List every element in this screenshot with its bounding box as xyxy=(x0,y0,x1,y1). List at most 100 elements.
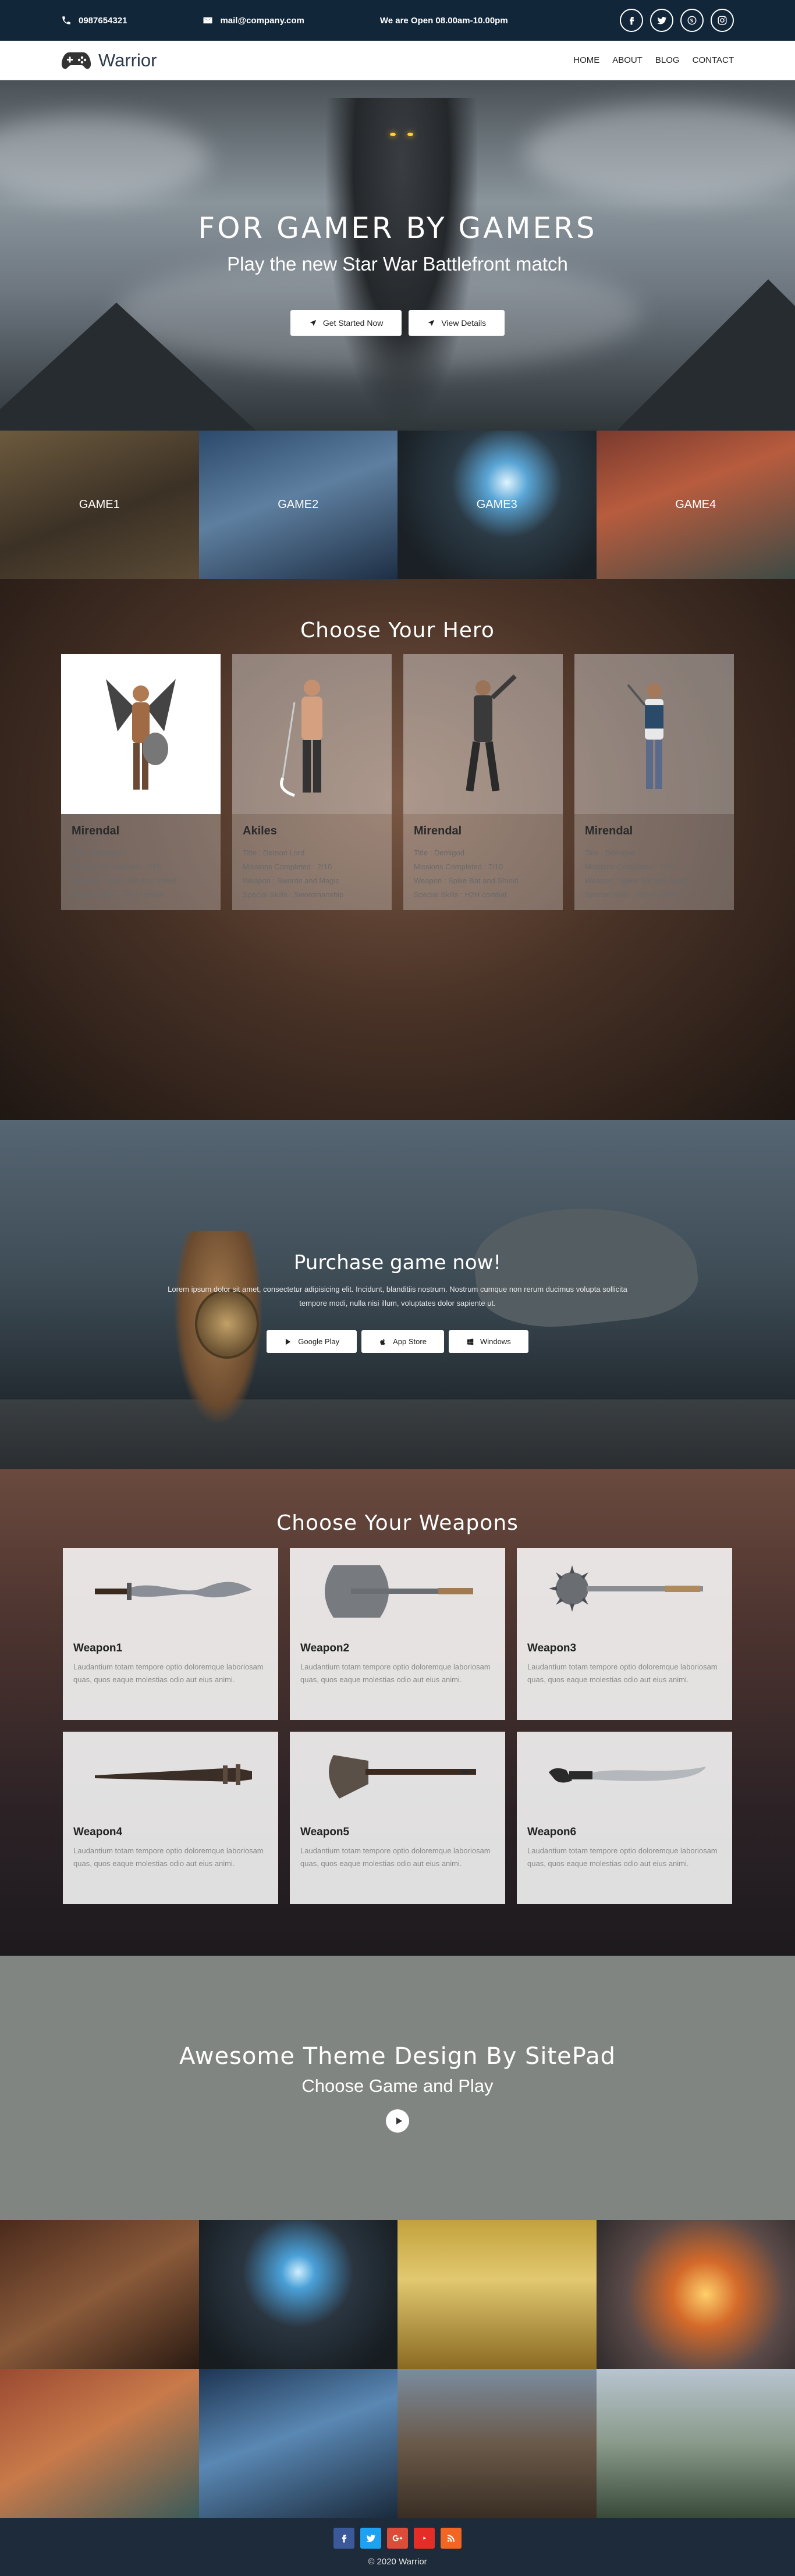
phone-icon xyxy=(61,15,72,26)
weapon-desc: Laudantium totam tempore optio doloremqu… xyxy=(73,1661,268,1686)
weapon-desc: Laudantium totam tempore optio doloremqu… xyxy=(300,1845,495,1870)
windows-icon xyxy=(466,1338,474,1346)
hero-name: Mirendal xyxy=(585,825,723,838)
nav-blog[interactable]: BLOG xyxy=(655,55,680,65)
hero-image xyxy=(232,654,392,814)
image-gallery xyxy=(0,2220,795,2518)
gallery-image[interactable] xyxy=(398,2369,597,2518)
windows-label: Windows xyxy=(480,1337,511,1346)
hero-stat: Weapon : Spike Bat and Shield xyxy=(585,874,723,888)
gallery-image[interactable] xyxy=(199,2220,398,2369)
weapon-card[interactable]: Weapon5Laudantium totam tempore optio do… xyxy=(290,1732,505,1904)
facebook-icon xyxy=(626,15,637,26)
hero-image xyxy=(61,654,221,814)
hero-stat: Missions Completed : 7/10 xyxy=(72,860,210,874)
game-label: GAME4 xyxy=(675,498,716,511)
game-tile-2[interactable]: GAME2 xyxy=(199,431,398,579)
theme-section: Awesome Theme Design By SitePad Choose G… xyxy=(0,1956,795,2220)
weapon-name: Weapon3 xyxy=(527,1642,722,1655)
brand-logo[interactable]: Warrior xyxy=(61,50,157,71)
hero-card[interactable]: Mirendal Title : Demigod Missions Comple… xyxy=(403,654,563,910)
footer-socials xyxy=(333,2528,462,2549)
game-label: GAME2 xyxy=(278,498,318,511)
google-plus-icon xyxy=(392,2533,403,2543)
google-play-label: Google Play xyxy=(298,1337,339,1346)
topbar-socials xyxy=(620,9,734,32)
footer-facebook-link[interactable] xyxy=(333,2528,354,2549)
gallery-image[interactable] xyxy=(398,2220,597,2369)
purchase-section: Purchase game now! Lorem ipsum dolor sit… xyxy=(0,1120,795,1469)
weapon-card[interactable]: Weapon3Laudantium totam tempore optio do… xyxy=(517,1548,732,1720)
game-tile-4[interactable]: GAME4 xyxy=(597,431,795,579)
weapon-image xyxy=(290,1548,505,1635)
get-started-button[interactable]: Get Started Now xyxy=(290,310,402,336)
hero-stat: Special Skills : H2H combat xyxy=(72,888,210,902)
app-store-label: App Store xyxy=(393,1337,427,1346)
footer-youtube-link[interactable] xyxy=(414,2528,435,2549)
games-strip: GAME1 GAME2 GAME3 GAME4 xyxy=(0,431,795,579)
hero-stat: Weapon : Spike Bat and Shield xyxy=(72,874,210,888)
weapons-title: Choose Your Weapons xyxy=(0,1511,795,1535)
view-details-label: View Details xyxy=(441,318,486,328)
skype-link[interactable] xyxy=(680,9,704,32)
hero-stat: Weapon : Swords and Magic xyxy=(243,874,381,888)
copyright-text: © 2020 Warrior xyxy=(368,2557,427,2567)
brand-name: Warrior xyxy=(98,50,157,71)
hero-stat: Special Skills : H2H combat xyxy=(585,888,723,902)
weapon-image xyxy=(63,1732,278,1819)
weapon-card[interactable]: Weapon4Laudantium totam tempore optio do… xyxy=(63,1732,278,1904)
game-tile-1[interactable]: GAME1 xyxy=(0,431,199,579)
hero-card[interactable]: Mirendal Title : Demigod Missions Comple… xyxy=(574,654,734,910)
nav-home[interactable]: HOME xyxy=(573,55,599,65)
weapon-card[interactable]: Weapon1Laudantium totam tempore optio do… xyxy=(63,1548,278,1720)
game-tile-3[interactable]: GAME3 xyxy=(398,431,597,579)
hero-subtitle: Play the new Star War Battlefront match xyxy=(0,253,795,275)
purchase-text: Lorem ipsum dolor sit amet, consectetur … xyxy=(165,1282,630,1310)
hero-stat: Missions Completed : 2/10 xyxy=(243,860,381,874)
hero-stat: Weapon : Spike Bat and Shield xyxy=(414,874,552,888)
play-button[interactable] xyxy=(386,2109,409,2133)
gamepad-icon xyxy=(61,50,91,71)
footer-rss-link[interactable] xyxy=(441,2528,462,2549)
gallery-image[interactable] xyxy=(0,2220,199,2369)
windows-button[interactable]: Windows xyxy=(449,1330,528,1353)
email-address[interactable]: mail@company.com xyxy=(220,16,304,26)
google-play-button[interactable]: Google Play xyxy=(267,1330,357,1353)
top-bar: 0987654321 mail@company.com We are Open … xyxy=(0,0,795,41)
hero-stat: Missions Completed : 7/10 xyxy=(585,860,723,874)
facebook-link[interactable] xyxy=(620,9,643,32)
weapon-card[interactable]: Weapon2Laudantium totam tempore optio do… xyxy=(290,1548,505,1720)
twitter-link[interactable] xyxy=(650,9,673,32)
nav-contact[interactable]: CONTACT xyxy=(693,55,734,65)
envelope-icon xyxy=(203,15,213,26)
heroes-title: Choose Your Hero xyxy=(0,619,795,642)
purchase-title: Purchase game now! xyxy=(0,1251,795,1274)
instagram-link[interactable] xyxy=(711,9,734,32)
footer-twitter-link[interactable] xyxy=(360,2528,381,2549)
phone-number: 0987654321 xyxy=(79,16,127,26)
view-details-button[interactable]: View Details xyxy=(409,310,505,336)
hero-banner: FOR GAMER BY GAMERS Play the new Star Wa… xyxy=(0,80,795,431)
weapons-section: Choose Your Weapons Weapon1Laudantium to… xyxy=(0,1469,795,1956)
gallery-image[interactable] xyxy=(597,2369,795,2518)
footer: © 2020 Warrior xyxy=(0,2518,795,2576)
gallery-image[interactable] xyxy=(199,2369,398,2518)
weapon-desc: Laudantium totam tempore optio doloremqu… xyxy=(300,1661,495,1686)
rss-icon xyxy=(446,2533,456,2543)
hero-name: Mirendal xyxy=(72,825,210,838)
weapon-card[interactable]: Weapon6Laudantium totam tempore optio do… xyxy=(517,1732,732,1904)
hero-card[interactable]: Mirendal Title : Demigod Missions Comple… xyxy=(61,654,221,910)
gallery-image[interactable] xyxy=(0,2369,199,2518)
weapon-desc: Laudantium totam tempore optio doloremqu… xyxy=(527,1845,722,1870)
main-navbar: Warrior HOME ABOUT BLOG CONTACT xyxy=(0,41,795,80)
facebook-icon xyxy=(339,2533,349,2543)
hero-image xyxy=(403,654,563,814)
nav-about[interactable]: ABOUT xyxy=(612,55,643,65)
app-store-button[interactable]: App Store xyxy=(361,1330,444,1353)
footer-google-plus-link[interactable] xyxy=(387,2528,408,2549)
hero-title: FOR GAMER BY GAMERS xyxy=(0,211,795,245)
google-play-icon xyxy=(284,1338,292,1346)
gallery-image[interactable] xyxy=(597,2220,795,2369)
hero-card[interactable]: Akiles Title : Demon Lord Missions Compl… xyxy=(232,654,392,910)
apple-icon xyxy=(379,1338,387,1346)
